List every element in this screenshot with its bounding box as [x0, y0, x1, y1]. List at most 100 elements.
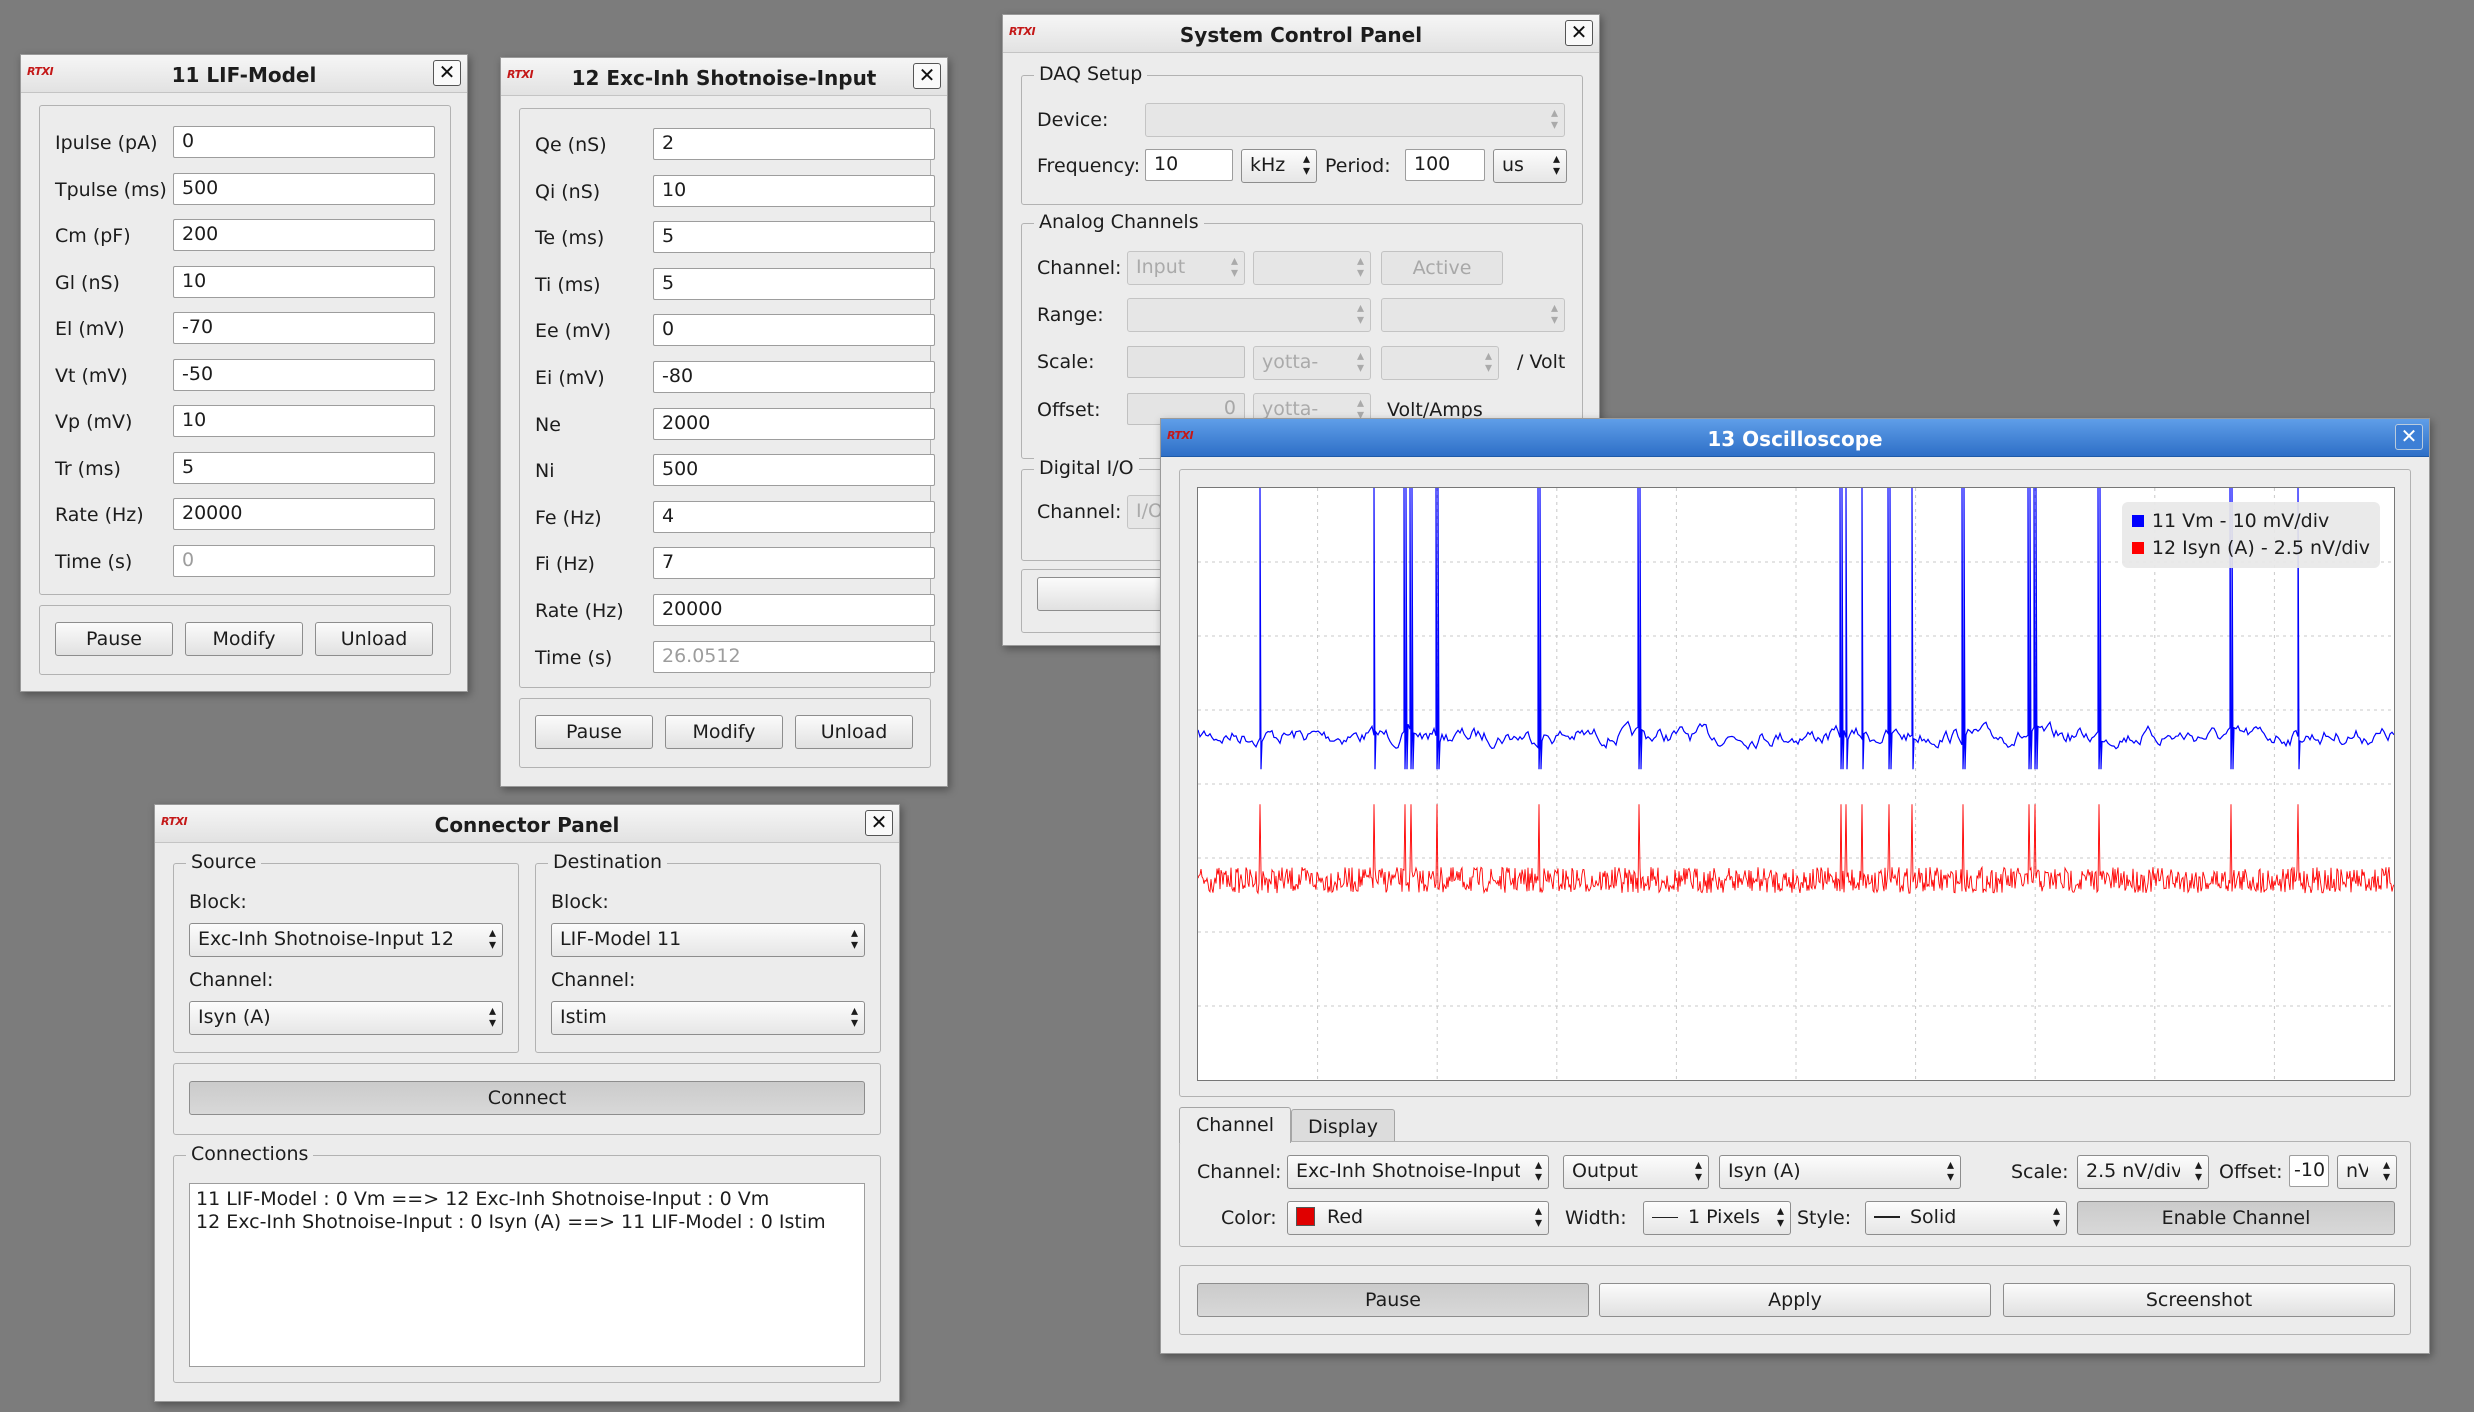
- updown-icon: ▴▾: [2194, 1157, 2202, 1185]
- oscilloscope-titlebar[interactable]: RTXI 13 Oscilloscope ✕: [1161, 419, 2429, 457]
- updown-icon: ▴▾: [1550, 105, 1558, 133]
- param-input[interactable]: 2: [653, 128, 935, 160]
- osc-offset-unit-select[interactable]: nV▴▾: [2337, 1155, 2397, 1189]
- list-item[interactable]: 12 Exc-Inh Shotnoise-Input : 0 Isyn (A) …: [196, 1211, 858, 1234]
- updown-icon: ▴▾: [2382, 1157, 2390, 1185]
- param-input[interactable]: 10: [173, 405, 435, 437]
- osc-scale-label: Scale:: [2011, 1161, 2069, 1183]
- osc-color-select[interactable]: Red ▴ ▾: [1287, 1201, 1549, 1235]
- param-input[interactable]: -50: [173, 358, 435, 391]
- param-input[interactable]: 10: [653, 174, 935, 207]
- osc-apply-button[interactable]: Apply: [1599, 1283, 1991, 1317]
- analog-channel-type-select[interactable]: Input ▴ ▾: [1127, 251, 1245, 285]
- param-input[interactable]: 0: [653, 314, 935, 347]
- range-select[interactable]: ▴ ▾: [1127, 298, 1371, 332]
- tab-display[interactable]: Display: [1291, 1109, 1396, 1143]
- legend-entry-vm: 11 Vm - 10 mV/div: [2131, 508, 2370, 535]
- enable-channel-button[interactable]: Enable Channel: [2077, 1201, 2395, 1235]
- tab-channel[interactable]: Channel: [1179, 1107, 1292, 1143]
- list-item[interactable]: 11 LIF-Model : 0 Vm ==> 12 Exc-Inh Shotn…: [196, 1188, 858, 1211]
- close-icon[interactable]: ✕: [865, 810, 893, 836]
- analog-channel-label: Channel:: [1037, 257, 1122, 279]
- close-icon[interactable]: ✕: [1565, 20, 1593, 46]
- pause-button[interactable]: Pause: [535, 715, 653, 749]
- dest-channel-select[interactable]: Istim ▴ ▾: [551, 1001, 865, 1035]
- osc-scale-select[interactable]: 2.5 nV/div ▴ ▾: [2077, 1155, 2209, 1189]
- connections-list[interactable]: 11 LIF-Model : 0 Vm ==> 12 Exc-Inh Shotn…: [189, 1183, 865, 1367]
- scp-titlebar[interactable]: RTXI System Control Panel ✕: [1003, 15, 1599, 53]
- osc-style-select[interactable]: Solid ▴ ▾: [1865, 1201, 2067, 1235]
- osc-offset-input[interactable]: -10: [2289, 1155, 2329, 1187]
- osc-screenshot-button[interactable]: Screenshot: [2003, 1283, 2395, 1317]
- param-input[interactable]: 2000: [653, 407, 935, 440]
- updown-icon: ▴▾: [1356, 300, 1364, 328]
- param-input[interactable]: 0: [173, 544, 435, 577]
- window-title: System Control Panel: [1179, 23, 1423, 47]
- source-block-select[interactable]: Exc-Inh Shotnoise-Input 12 ▴ ▾: [189, 923, 503, 957]
- lif-titlebar[interactable]: RTXI 11 LIF-Model ✕: [21, 55, 467, 93]
- shotnoise-window: RTXI 12 Exc-Inh Shotnoise-Input ✕ Qe (nS…: [500, 57, 948, 787]
- close-icon[interactable]: ✕: [913, 63, 941, 89]
- unload-button[interactable]: Unload: [795, 715, 913, 749]
- osc-color-label: Color:: [1221, 1207, 1277, 1229]
- param-label: Ipulse (pA): [55, 132, 158, 154]
- close-icon[interactable]: ✕: [433, 60, 461, 86]
- osc-block-select[interactable]: Exc-Inh Shotnoise-Input 1 ▴ ▾: [1287, 1155, 1549, 1189]
- param-input[interactable]: 200: [173, 219, 435, 251]
- updown-icon: ▴▾: [488, 925, 496, 953]
- shotnoise-titlebar[interactable]: RTXI 12 Exc-Inh Shotnoise-Input ✕: [501, 58, 947, 96]
- scale-input[interactable]: [1127, 346, 1245, 378]
- param-input[interactable]: 500: [173, 172, 435, 205]
- unload-button[interactable]: Unload: [315, 622, 433, 656]
- param-label: Time (s): [55, 550, 133, 573]
- param-input[interactable]: 20000: [173, 498, 435, 530]
- osc-type-select[interactable]: Output ▴ ▾: [1563, 1155, 1709, 1189]
- analog-channel-number-select[interactable]: ▴ ▾: [1253, 251, 1371, 285]
- param-input[interactable]: 500: [653, 454, 935, 487]
- param-input[interactable]: 26.0512: [653, 640, 935, 673]
- active-button[interactable]: Active: [1381, 251, 1503, 285]
- source-channel-select[interactable]: Isyn (A) ▴ ▾: [189, 1001, 503, 1035]
- param-label: Ee (mV): [535, 320, 612, 343]
- frequency-input[interactable]: 10: [1145, 149, 1233, 181]
- updown-icon: ▴▾: [1552, 151, 1560, 179]
- param-label: Ni: [535, 460, 555, 483]
- osc-width-select[interactable]: 1 Pixels ▴ ▾: [1643, 1201, 1791, 1235]
- param-input[interactable]: 20000: [653, 594, 935, 626]
- param-input[interactable]: -80: [653, 361, 935, 393]
- param-input[interactable]: 7: [653, 547, 935, 580]
- param-input[interactable]: 0: [173, 126, 435, 158]
- param-input[interactable]: 4: [653, 500, 935, 533]
- scale-unit-select[interactable]: ▴ ▾: [1381, 346, 1499, 380]
- frequency-label: Frequency:: [1037, 155, 1141, 177]
- osc-pause-button[interactable]: Pause: [1197, 1283, 1589, 1317]
- param-input[interactable]: 5: [173, 451, 435, 484]
- param-input[interactable]: 5: [653, 267, 935, 300]
- pause-button[interactable]: Pause: [55, 622, 173, 656]
- scope-plot[interactable]: 11 Vm - 10 mV/div 12 Isyn (A) - 2.5 nV/d…: [1197, 487, 2395, 1081]
- oscilloscope-window: RTXI 13 Oscilloscope ✕ 11 Vm - 10 mV/div…: [1160, 418, 2430, 1354]
- reference-select[interactable]: ▴ ▾: [1381, 298, 1565, 332]
- source-channel-label: Channel:: [189, 969, 274, 991]
- scale-prefix-select[interactable]: yotta- ▴ ▾: [1253, 346, 1371, 380]
- scope-legend: 11 Vm - 10 mV/div 12 Isyn (A) - 2.5 nV/d…: [2121, 502, 2380, 568]
- connector-titlebar[interactable]: RTXI Connector Panel ✕: [155, 805, 899, 843]
- scope-canvas: [1198, 488, 2394, 1080]
- period-input[interactable]: 100: [1405, 149, 1485, 181]
- modify-button[interactable]: Modify: [185, 622, 303, 656]
- param-input[interactable]: 5: [653, 221, 935, 254]
- osc-channel-select[interactable]: Isyn (A) ▴ ▾: [1719, 1155, 1961, 1189]
- param-input[interactable]: 10: [173, 265, 435, 298]
- updown-icon: ▴▾: [1776, 1203, 1784, 1231]
- connect-button[interactable]: Connect: [189, 1081, 865, 1115]
- param-label: Tr (ms): [55, 457, 121, 480]
- frequency-unit-select[interactable]: kHz ▴ ▾: [1241, 149, 1317, 183]
- period-unit-select[interactable]: us ▴ ▾: [1493, 149, 1567, 183]
- modify-button[interactable]: Modify: [665, 715, 783, 749]
- device-select[interactable]: ▴ ▾: [1145, 103, 1565, 137]
- param-label: Qi (nS): [535, 180, 601, 203]
- param-label: Vt (mV): [55, 364, 128, 387]
- dest-block-select[interactable]: LIF-Model 11 ▴ ▾: [551, 923, 865, 957]
- close-icon[interactable]: ✕: [2395, 424, 2423, 450]
- param-input[interactable]: -70: [173, 312, 435, 344]
